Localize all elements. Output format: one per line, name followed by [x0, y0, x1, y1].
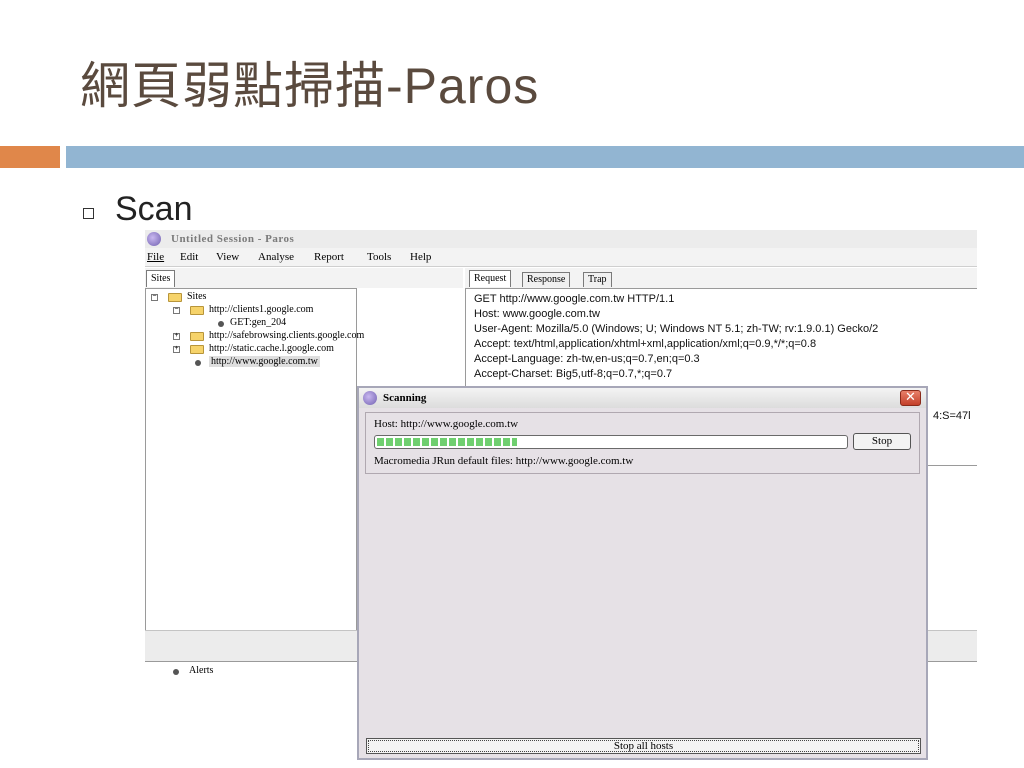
- request-line: User-Agent: Mozilla/5.0 (Windows; U; Win…: [474, 323, 879, 335]
- request-line: Accept: text/html,application/xhtml+xml,…: [474, 338, 817, 350]
- accent-bar-blue: [66, 146, 1024, 168]
- tree-node-alerts[interactable]: Alerts: [189, 665, 213, 676]
- expand-icon[interactable]: +: [173, 346, 180, 353]
- folder-icon: [168, 293, 182, 302]
- menu-tools[interactable]: Tools: [367, 251, 391, 263]
- expand-icon[interactable]: +: [173, 333, 180, 340]
- bullet-node-icon: [195, 360, 201, 366]
- request-line-partial: 4:S=47l: [933, 410, 971, 422]
- accent-bar-orange: [0, 146, 60, 168]
- menu-edit[interactable]: Edit: [180, 251, 198, 263]
- dialog-title: Scanning: [383, 392, 427, 404]
- slide-title: 網頁弱點掃描-Paros: [80, 58, 540, 114]
- left-tab-strip: Sites: [145, 268, 463, 288]
- tree-node-request[interactable]: GET:gen_204: [230, 317, 286, 328]
- menu-view[interactable]: View: [216, 251, 239, 263]
- tree-node-host[interactable]: http://safebrowsing.clients.google.com: [209, 330, 364, 341]
- stop-all-hosts-button[interactable]: Stop all hosts: [366, 738, 921, 754]
- collapse-icon[interactable]: −: [173, 307, 180, 314]
- close-button[interactable]: ✕: [900, 390, 921, 406]
- bullet-square-icon: [83, 208, 94, 219]
- progress-fill: [377, 438, 517, 446]
- folder-icon: [190, 345, 204, 354]
- request-line: Accept-Language: zh-tw,en-us;q=0.7,en;q=…: [474, 353, 700, 365]
- right-tab-strip: Request Response Trap: [465, 268, 977, 288]
- scan-progress-bar: [374, 435, 848, 449]
- menu-report[interactable]: Report: [314, 251, 344, 263]
- sites-tree: − Sites − http://clients1.google.com GET…: [145, 288, 364, 659]
- tab-request[interactable]: Request: [469, 270, 512, 287]
- window-title: Untitled Session - Paros: [171, 233, 295, 245]
- stop-button[interactable]: Stop: [853, 433, 911, 450]
- menu-help[interactable]: Help: [410, 251, 431, 263]
- menu-analyse[interactable]: Analyse: [258, 251, 294, 263]
- paros-logo-icon: [147, 232, 161, 246]
- bullet-node-icon: [173, 669, 179, 675]
- menu-bar: File Edit View Analyse Report Tools Help: [145, 248, 977, 267]
- folder-icon: [190, 332, 204, 341]
- window-titlebar: Untitled Session - Paros: [145, 230, 977, 248]
- tree-node-host[interactable]: http://static.cache.l.google.com: [209, 343, 334, 354]
- menu-file[interactable]: File: [147, 251, 164, 263]
- scan-status-text: Macromedia JRun default files: http://ww…: [374, 455, 634, 467]
- scanning-dialog: Scanning ✕ Host: http://www.google.com.t…: [357, 386, 928, 760]
- folder-icon: [190, 306, 204, 315]
- tree-node-sites[interactable]: Sites: [187, 291, 206, 302]
- collapse-icon[interactable]: −: [151, 294, 158, 301]
- bullet-text: Scan: [115, 190, 193, 228]
- request-line: GET http://www.google.com.tw HTTP/1.1: [474, 293, 675, 305]
- request-line: Host: www.google.com.tw: [474, 308, 600, 320]
- dialog-titlebar: Scanning ✕: [359, 388, 926, 408]
- tab-response[interactable]: Response: [522, 272, 571, 287]
- scan-info-panel: Host: http://www.google.com.tw Stop Macr…: [365, 412, 920, 474]
- tree-node-host-selected[interactable]: http://www.google.com.tw: [209, 356, 320, 367]
- paros-logo-icon: [363, 391, 377, 405]
- bullet-node-icon: [218, 321, 224, 327]
- tree-node-host[interactable]: http://clients1.google.com: [209, 304, 313, 315]
- request-line: Accept-Charset: Big5,utf-8;q=0.7,*;q=0.7: [474, 368, 673, 380]
- tab-trap[interactable]: Trap: [583, 272, 612, 287]
- host-label: Host: http://www.google.com.tw: [374, 418, 519, 430]
- tab-sites[interactable]: Sites: [146, 270, 176, 287]
